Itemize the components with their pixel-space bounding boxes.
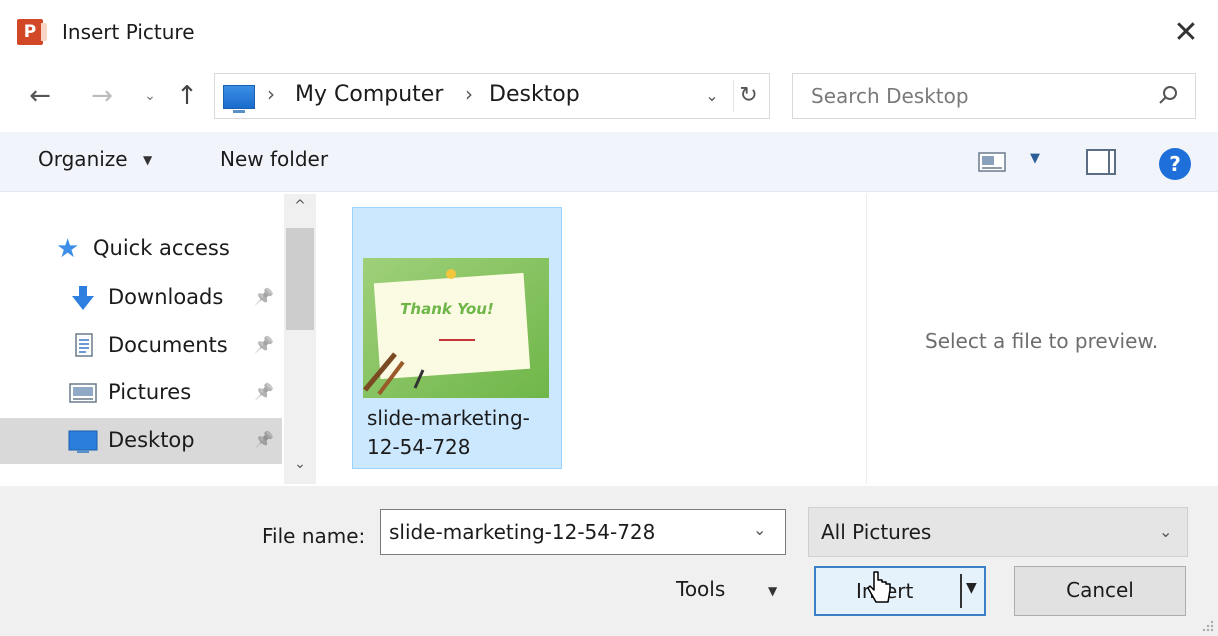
search-icon[interactable] [1153, 82, 1183, 110]
cancel-label: Cancel [1066, 578, 1134, 602]
thumbnail-text: Thank You! [400, 300, 494, 318]
sidebar-item-label: Downloads [108, 285, 224, 309]
hand-cursor-icon [867, 571, 891, 603]
sidebar-item-quick-access[interactable]: ★ Quick access [0, 226, 282, 272]
file-type-select[interactable]: All Pictures ⌄ [808, 507, 1188, 557]
breadcrumb-desktop[interactable]: Desktop [489, 82, 580, 107]
pin-icon[interactable]: 📌 [254, 382, 274, 401]
organize-button[interactable]: Organize [38, 147, 128, 171]
preview-pane: Select a file to preview. [866, 194, 1218, 484]
address-dropdown-button[interactable]: ⌄ [697, 80, 727, 112]
file-thumbnail: Thank You! [363, 258, 549, 398]
view-options-dropdown[interactable]: ▼ [1030, 151, 1040, 166]
change-view-icon[interactable] [978, 151, 1006, 173]
insert-button[interactable]: Insert ▼ [814, 566, 986, 616]
split-divider [960, 574, 962, 608]
file-name-input[interactable]: slide-marketing-12-54-728 ⌄ [380, 509, 786, 555]
sidebar-item-pictures[interactable]: Pictures 📌 [0, 370, 282, 416]
breadcrumb-separator[interactable]: › [267, 82, 275, 106]
new-folder-button[interactable]: New folder [220, 147, 328, 171]
breadcrumb-my-computer[interactable]: My Computer [295, 82, 443, 107]
file-item[interactable]: Thank You! slide-marketing- 12-54-728 [352, 207, 562, 469]
file-name: slide-marketing- 12-54-728 [367, 406, 530, 459]
sidebar-item-desktop[interactable]: Desktop 📌 [0, 418, 282, 464]
desktop-icon [68, 430, 98, 453]
forward-button[interactable]: → [86, 76, 118, 116]
search-input[interactable]: Search Desktop [792, 73, 1196, 119]
chevron-down-icon[interactable]: ⌄ [1159, 522, 1172, 541]
file-type-value: All Pictures [821, 520, 932, 544]
cancel-button[interactable]: Cancel [1014, 566, 1186, 616]
sidebar-item-label: Quick access [93, 236, 230, 260]
recent-locations-button[interactable]: ⌄ [134, 76, 166, 116]
sidebar-item-label: Desktop [108, 428, 195, 452]
star-icon: ★ [56, 234, 80, 264]
tools-button[interactable]: Tools [676, 577, 725, 601]
title-bar: P Insert Picture ✕ [0, 0, 1218, 66]
resize-grip-icon[interactable] [1200, 618, 1214, 632]
chevron-down-icon[interactable]: ▼ [768, 584, 777, 598]
pin-icon[interactable]: 📌 [254, 335, 274, 354]
search-placeholder: Search Desktop [811, 84, 969, 108]
up-button[interactable]: ↑ [171, 76, 203, 116]
help-icon[interactable]: ? [1159, 148, 1191, 180]
address-bar[interactable]: › My Computer › Desktop ⌄ ↻ [214, 73, 770, 119]
scroll-up-button[interactable]: ^ [284, 198, 316, 222]
pin-icon[interactable]: 📌 [254, 430, 274, 449]
download-arrow-icon [72, 286, 94, 310]
preview-pane-icon[interactable] [1086, 149, 1116, 175]
navigation-pane: ★ Quick access Downloads 📌 Documents 📌 P… [0, 194, 316, 484]
sidebar-item-label: Documents [108, 333, 228, 357]
powerpoint-app-icon: P [17, 19, 47, 45]
back-button[interactable]: ← [24, 76, 56, 116]
sidebar-item-downloads[interactable]: Downloads 📌 [0, 275, 282, 321]
pictures-icon [69, 383, 97, 403]
command-bar: Organize ▼ New folder ▼ [0, 132, 1218, 192]
preview-message: Select a file to preview. [925, 329, 1159, 353]
sidebar-item-documents[interactable]: Documents 📌 [0, 323, 282, 369]
window-title: Insert Picture [62, 20, 195, 44]
refresh-button[interactable]: ↻ [733, 80, 763, 112]
computer-icon [223, 85, 255, 113]
sidebar-item-label: Pictures [108, 380, 192, 404]
file-name-value: slide-marketing-12-54-728 [389, 520, 656, 544]
breadcrumb-separator[interactable]: › [465, 82, 473, 106]
document-icon [75, 333, 93, 357]
chevron-down-icon[interactable]: ▼ [143, 153, 152, 167]
scrollbar-thumb[interactable] [286, 228, 314, 330]
file-name-label: File name: [262, 524, 366, 548]
chevron-down-icon[interactable]: ⌄ [753, 520, 766, 539]
dialog-footer: File name: slide-marketing-12-54-728 ⌄ A… [0, 486, 1218, 636]
close-button[interactable]: ✕ [1164, 14, 1208, 54]
insert-options-dropdown[interactable]: ▼ [966, 580, 977, 596]
scroll-down-button[interactable]: ⌄ [284, 456, 316, 480]
pin-icon[interactable]: 📌 [254, 287, 274, 306]
